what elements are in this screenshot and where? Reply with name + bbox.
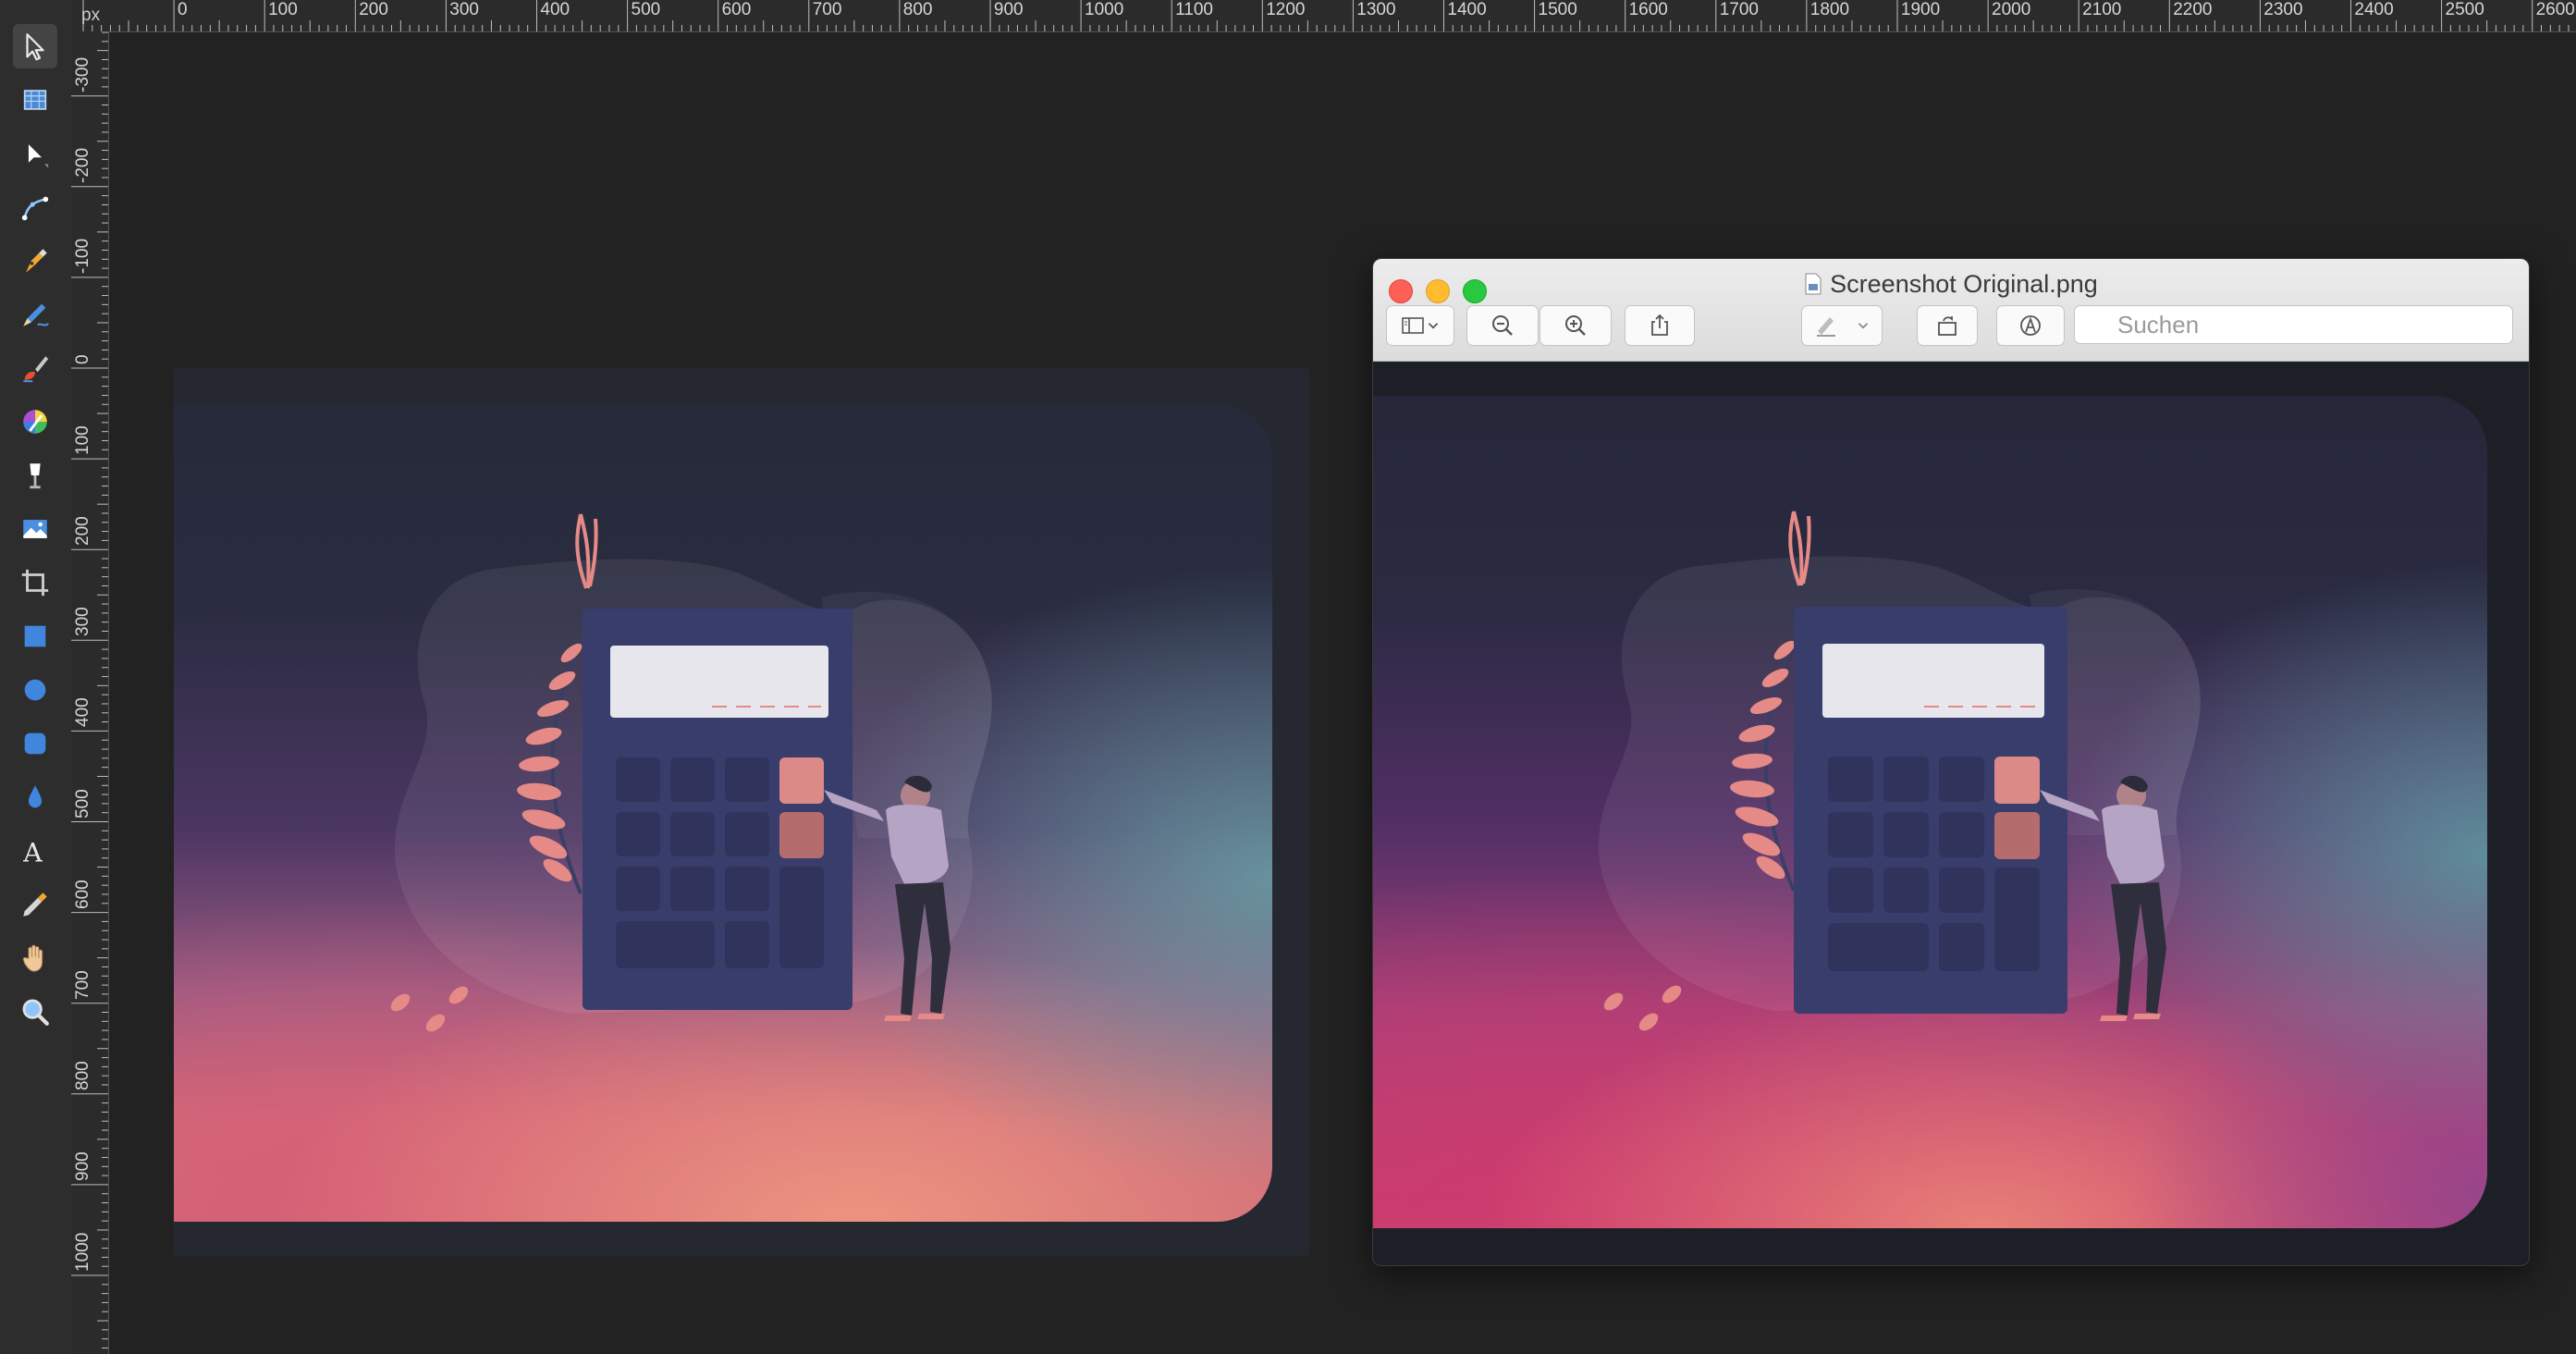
corner-tool-icon[interactable]	[13, 185, 57, 229]
zoom-in-icon	[1565, 315, 1586, 336]
vector-brush-tool-icon[interactable]	[13, 346, 57, 390]
ruler-label: 2300	[2263, 0, 2303, 19]
share-button[interactable]	[1625, 305, 1695, 346]
share-icon	[1651, 314, 1668, 336]
color-picker-tool-icon[interactable]	[13, 400, 57, 444]
annotate-icon	[2020, 315, 2041, 336]
ruler-label: 700	[812, 0, 842, 19]
ruler-label: 800	[902, 0, 933, 19]
markup-pen-icon	[1817, 317, 1835, 337]
window-titlebar[interactable]: Screenshot Original.png	[1373, 259, 2529, 362]
ruler-label: 400	[73, 697, 92, 728]
sidebar-toggle-button[interactable]	[1386, 305, 1454, 346]
ruler-label: 300	[449, 0, 479, 19]
illustration-panel	[174, 403, 1272, 1222]
ruler-label: 200	[359, 0, 388, 19]
ruler-label: 1700	[1719, 0, 1759, 19]
pen-tool-icon[interactable]	[13, 239, 57, 283]
ruler-label: 1000	[73, 1232, 92, 1272]
document-icon	[1805, 273, 1822, 295]
ruler-label: 300	[73, 607, 92, 637]
ruler-label: 1500	[1538, 0, 1577, 19]
ruler-label: 900	[993, 0, 1024, 19]
window-title: Screenshot Original.png	[1373, 270, 2529, 299]
ruler-label: 1900	[1900, 0, 1941, 19]
ruler-label: 200	[73, 516, 92, 547]
ruler-label: -100	[73, 238, 92, 274]
eyedropper-tool-icon[interactable]	[13, 882, 57, 927]
calculator-illustration	[390, 513, 992, 1032]
hand-tool-icon[interactable]	[13, 936, 57, 980]
search-input[interactable]	[2074, 305, 2513, 344]
zoom-tool-icon[interactable]	[13, 990, 57, 1034]
window-title-text: Screenshot Original.png	[1830, 270, 2098, 298]
markup-button[interactable]	[1801, 305, 1883, 346]
preview-image	[1373, 396, 2487, 1228]
ruler-label: 600	[721, 0, 752, 19]
rotate-button[interactable]	[1917, 305, 1978, 346]
place-image-tool-icon[interactable]	[13, 507, 57, 551]
ruler-label: 900	[73, 1151, 92, 1181]
rotate-icon	[1938, 316, 1957, 336]
ruler-label: -200	[73, 147, 92, 183]
ruler-label: 700	[73, 969, 92, 1000]
zoom-in-button[interactable]	[1539, 305, 1612, 346]
calculator-illustration-preview	[1598, 511, 2201, 1031]
zoom-out-icon	[1492, 315, 1513, 336]
ellipse-tool-icon[interactable]	[13, 668, 57, 712]
ruler-label: 0	[178, 0, 188, 19]
ruler-label: 1400	[1447, 0, 1487, 19]
chevron-down-icon	[1858, 323, 1869, 329]
ruler-label: 2200	[2173, 0, 2213, 19]
vertical-ruler[interactable]: -300 -200 -100 0 100 200 300 400 500 600 700 800 900…	[71, 31, 109, 1354]
ruler-label: 2100	[2082, 0, 2122, 19]
move-tool-icon[interactable]	[13, 24, 57, 68]
ruler-label: 1800	[1809, 0, 1850, 19]
ruler-label: 2000	[1992, 0, 2031, 19]
ruler-label: 2500	[2445, 0, 2484, 19]
horizontal-ruler[interactable]: px 0 100 200 300 400 500 600 700 800 900 1000 1100 1…	[71, 0, 2576, 32]
zoom-out-button[interactable]	[1466, 305, 1539, 346]
ruler-label: 1000	[1085, 0, 1124, 19]
svg-text:A: A	[22, 837, 43, 867]
node-tool-icon[interactable]	[13, 131, 57, 176]
ruler-label: 2600	[2535, 0, 2575, 19]
ruler-label: 400	[540, 0, 570, 19]
ruler-unit: px	[81, 6, 101, 25]
rounded-rectangle-tool-icon[interactable]	[13, 721, 57, 766]
sidebar-icon	[1402, 317, 1424, 334]
annotate-button[interactable]	[1996, 305, 2065, 346]
text-tool-icon[interactable]: A	[13, 829, 57, 873]
ruler-label: 100	[73, 425, 92, 456]
transparency-tool-icon[interactable]	[13, 775, 57, 819]
artboard[interactable]	[174, 368, 1309, 1256]
ruler-label: 600	[73, 879, 92, 909]
tools-panel: A	[0, 0, 72, 1354]
ruler-label: 100	[268, 0, 298, 19]
ruler-label: 1600	[1628, 0, 1668, 19]
ruler-label: 0	[73, 354, 92, 364]
crop-tool-icon[interactable]	[13, 560, 57, 605]
ruler-label: -300	[73, 56, 92, 92]
ruler-label: 1200	[1266, 0, 1306, 19]
artboard-tool-icon[interactable]	[13, 78, 57, 122]
pencil-tool-icon[interactable]	[13, 292, 57, 337]
ruler-label: 1300	[1356, 0, 1396, 19]
fill-tool-icon[interactable]	[13, 453, 57, 498]
ruler-label: 2400	[2354, 0, 2394, 19]
rectangle-tool-icon[interactable]	[13, 614, 57, 659]
preview-window[interactable]: Screenshot Original.png	[1372, 258, 2530, 1266]
ruler-label: 500	[73, 788, 92, 819]
ruler-label: 1100	[1175, 0, 1213, 19]
ruler-label: 800	[73, 1061, 92, 1090]
ruler-label: 500	[631, 0, 661, 19]
chevron-down-icon	[1428, 323, 1439, 329]
